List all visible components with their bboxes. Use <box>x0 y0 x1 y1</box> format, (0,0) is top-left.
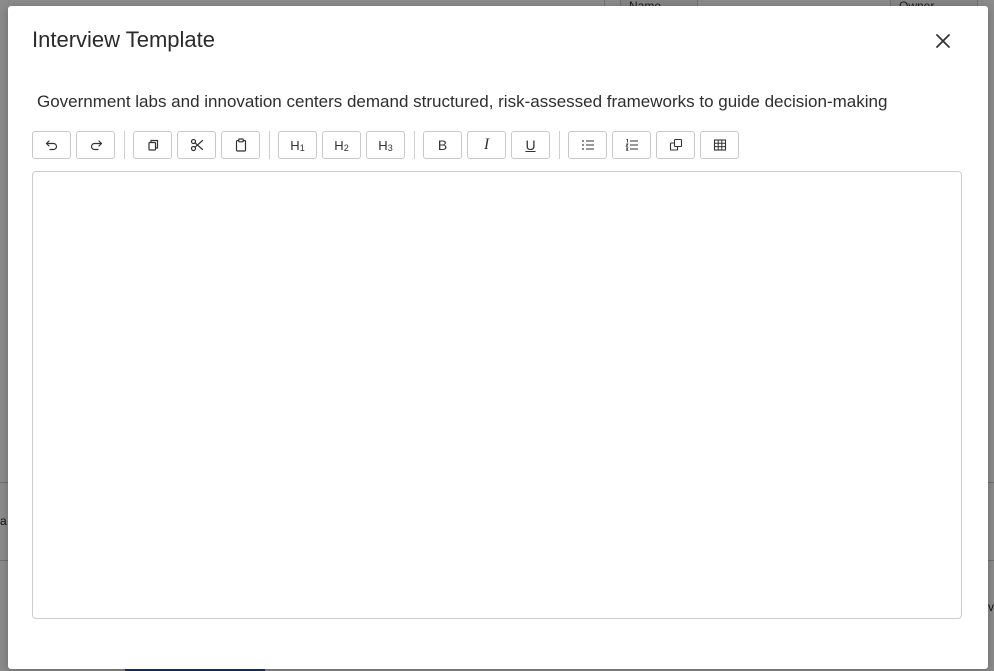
modal-title: Interview Template <box>32 27 216 52</box>
heading-2-level: 2 <box>343 142 349 153</box>
copy-button[interactable] <box>133 131 172 159</box>
duplicate-icon <box>669 138 682 151</box>
bold-button[interactable]: B <box>423 131 462 159</box>
undo-button[interactable] <box>32 131 71 159</box>
bullet-list-button[interactable] <box>568 131 607 159</box>
heading-3-letter: H <box>378 137 388 153</box>
heading-3-button[interactable]: H3 <box>366 131 405 159</box>
editor-content-area[interactable] <box>32 171 962 619</box>
redo-icon <box>90 140 102 151</box>
toolbar-separator <box>269 131 270 159</box>
heading-2-button[interactable]: H2 <box>322 131 361 159</box>
scissors-icon <box>190 138 203 152</box>
underline-button[interactable]: U <box>511 131 550 159</box>
duplicate-button[interactable] <box>656 131 695 159</box>
interview-template-modal: Interview Template Government labs and i… <box>8 6 988 669</box>
heading-1-button[interactable]: H1 <box>278 131 317 159</box>
clipboard-icon <box>235 138 246 152</box>
toolbar-separator <box>559 131 560 159</box>
paste-button[interactable] <box>221 131 260 159</box>
heading-2-label: H2 <box>334 138 348 153</box>
heading-1-level: 1 <box>299 142 305 153</box>
numbered-list-icon <box>624 139 638 151</box>
heading-1-letter: H <box>290 137 300 153</box>
close-icon <box>936 34 950 48</box>
heading-1-label: H1 <box>290 138 304 153</box>
toolbar-separator <box>124 131 125 159</box>
editor-toolbar: H1 H2 H3 B I U <box>32 130 744 160</box>
template-description: Government labs and innovation centers d… <box>37 92 888 111</box>
italic-label: I <box>483 136 490 153</box>
cut-button[interactable] <box>177 131 216 159</box>
redo-button[interactable] <box>76 131 115 159</box>
bullet-list-icon <box>581 140 594 150</box>
copy-icon <box>147 139 158 151</box>
close-button[interactable] <box>930 28 956 54</box>
numbered-list-button[interactable] <box>612 131 651 159</box>
bold-label: B <box>437 137 448 153</box>
underline-label: U <box>525 137 536 153</box>
heading-3-level: 3 <box>387 142 393 153</box>
table-icon <box>713 139 726 151</box>
heading-3-label: H3 <box>378 138 392 153</box>
toolbar-separator <box>414 131 415 159</box>
heading-2-letter: H <box>334 137 344 153</box>
table-button[interactable] <box>700 131 739 159</box>
italic-button[interactable]: I <box>467 131 506 159</box>
undo-icon <box>45 140 57 151</box>
